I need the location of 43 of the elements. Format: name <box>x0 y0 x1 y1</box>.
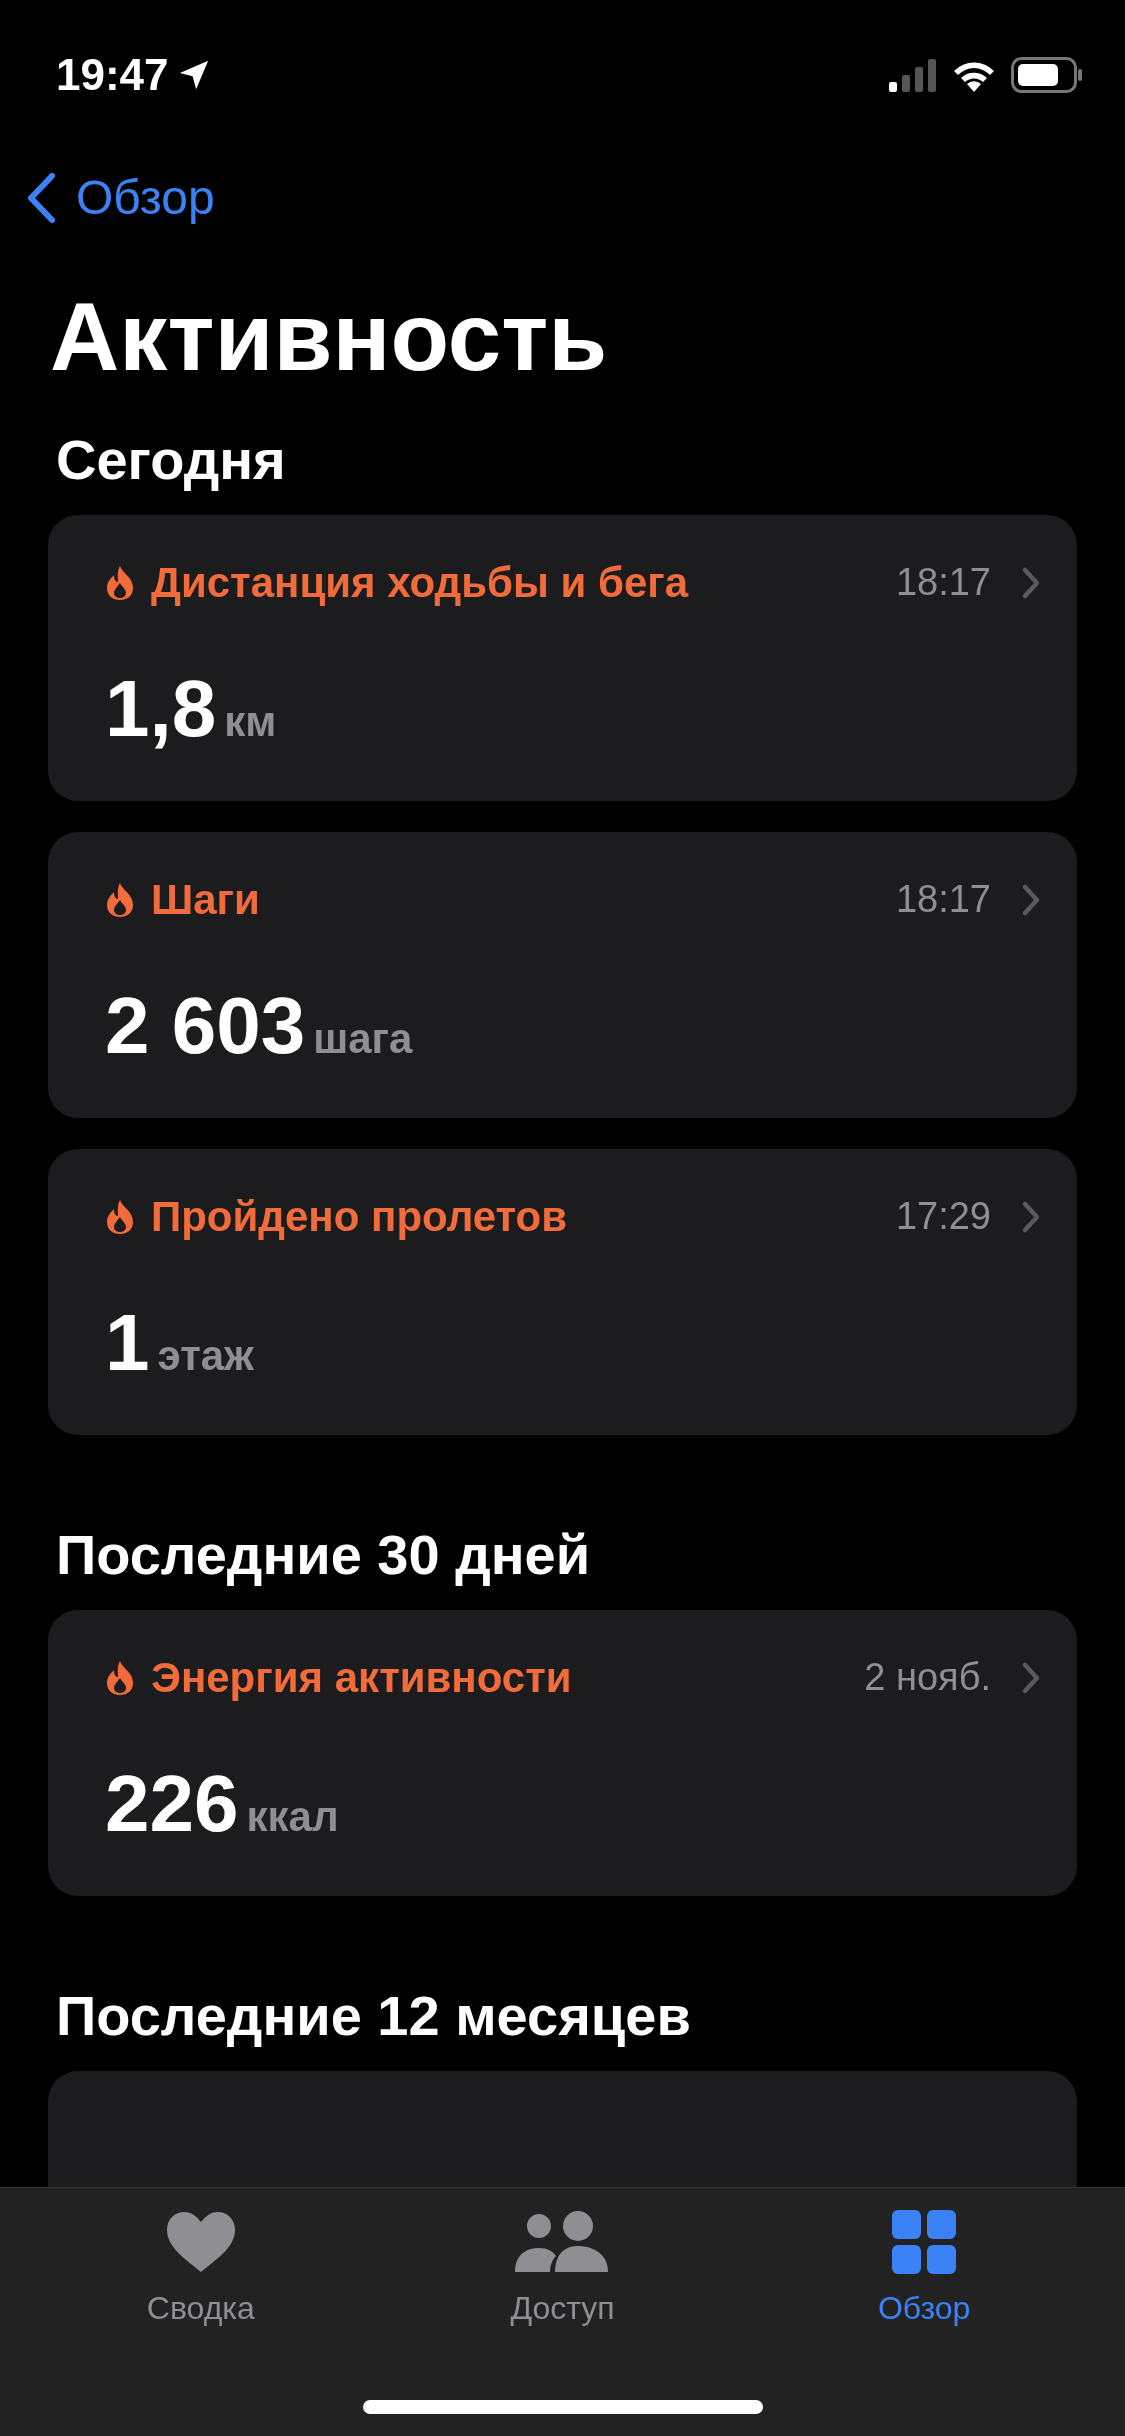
metric-value: 1 <box>105 1302 150 1383</box>
tab[interactable]: Сводка <box>20 2210 382 2332</box>
metric-label: Дистанция ходьбы и бега <box>151 558 689 609</box>
metric-label: Энергия активности <box>151 1653 572 1704</box>
timestamp: 18:17 <box>895 560 991 606</box>
timestamp: 2 нояб. <box>864 1655 991 1701</box>
metric-unit: ккал <box>246 1795 339 1838</box>
metric-value: 1,8 <box>105 668 217 749</box>
metric-label: Шаги <box>151 875 260 926</box>
status-time: 19:47 <box>56 49 169 101</box>
metric-value: 2 603 <box>105 985 306 1066</box>
activity-card[interactable]: Шаги 18:17 2 603 шага <box>48 831 1077 1118</box>
chevron-right-icon <box>1021 882 1041 917</box>
metric-unit: этаж <box>157 1334 254 1377</box>
grid-icon <box>892 2210 957 2274</box>
back-link[interactable]: Обзор <box>26 162 215 234</box>
page-title: Активность <box>49 284 609 390</box>
chevron-right-icon <box>1021 1199 1041 1234</box>
chevron-right-icon <box>1021 565 1041 600</box>
flame-icon <box>105 1659 135 1696</box>
activity-card[interactable]: Пройдено пролетов 17:29 1 этаж <box>48 1148 1077 1435</box>
section-heading: Последние 30 дней <box>55 1521 592 1588</box>
tab[interactable]: Доступ <box>381 2210 744 2332</box>
flame-icon <box>105 564 135 601</box>
signal-icon <box>889 58 937 92</box>
metric-unit: км <box>224 700 277 743</box>
metric-value: 226 <box>105 1763 239 1844</box>
activity-card[interactable]: Энергия активности 2 нояб. 226 ккал <box>48 1609 1077 1896</box>
flame-icon <box>105 881 135 918</box>
section-heading: Сегодня <box>55 426 287 493</box>
heart-icon <box>164 2210 237 2274</box>
flame-icon <box>105 1198 135 1235</box>
tab[interactable]: Обзор <box>743 2210 1105 2332</box>
battery-icon <box>1011 57 1083 93</box>
chevron-left-icon <box>26 172 56 224</box>
timestamp: 18:17 <box>895 877 991 923</box>
metric-label: Пройдено пролетов <box>151 1192 568 1243</box>
people-icon <box>515 2210 610 2274</box>
activity-card[interactable]: Дистанция ходьбы и бега 18:17 1,8 км <box>48 514 1077 801</box>
section-heading: Последние 12 месяцев <box>55 1982 692 2049</box>
timestamp: 17:29 <box>895 1194 991 1240</box>
chevron-right-icon <box>1021 1660 1041 1695</box>
metric-unit: шага <box>313 1017 413 1060</box>
